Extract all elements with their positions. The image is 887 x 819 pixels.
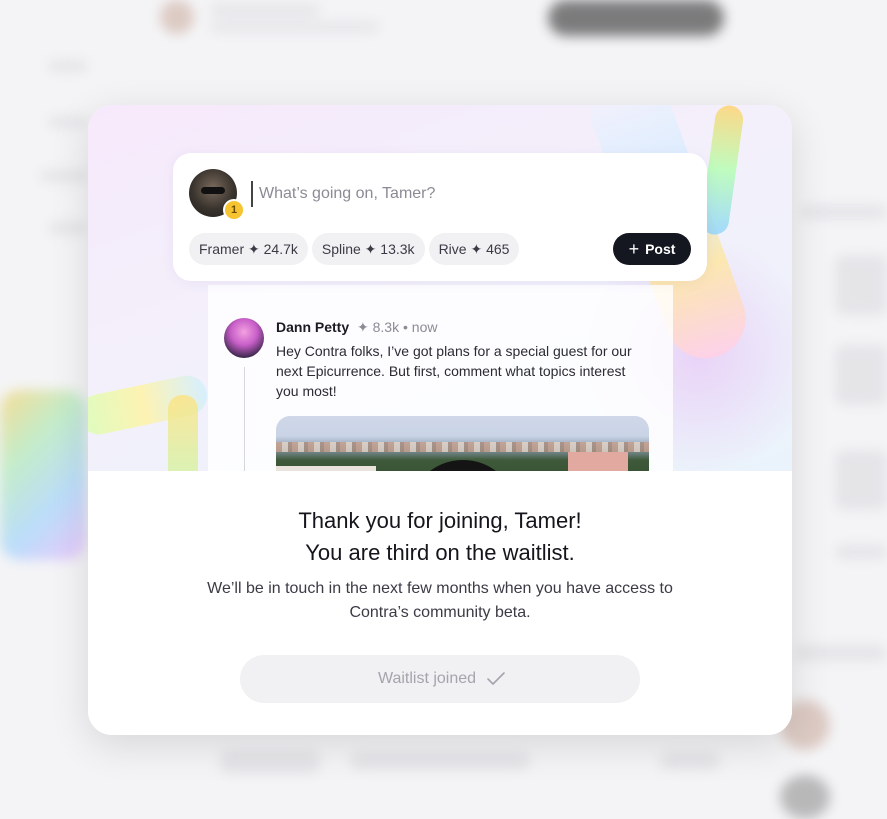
hero-ribbon-decoration xyxy=(168,395,198,471)
user-avatar: 1 xyxy=(189,169,245,221)
post-meta: ✦ 8.3k • now xyxy=(357,319,438,335)
modal-hero: Dann Petty ✦ 8.3k • now Hey Contra folks… xyxy=(88,105,792,471)
modal-title-line1: Thank you for joining, Tamer! xyxy=(298,508,582,533)
plus-icon: + xyxy=(628,239,640,259)
background-sidebar-text xyxy=(835,545,887,559)
background-text xyxy=(210,22,380,32)
topic-chip-framer[interactable]: Framer ✦ 24.7k xyxy=(189,233,308,265)
post-composer: 1 Framer ✦ 24.7k Spline ✦ 13.3k Rive ✦ 4… xyxy=(173,153,707,281)
background-text xyxy=(350,752,530,770)
modal-content: Thank you for joining, Tamer! You are th… xyxy=(88,471,792,735)
waitlist-button-label: Waitlist joined xyxy=(377,670,477,687)
topic-chip-rive[interactable]: Rive ✦ 465 xyxy=(428,233,520,265)
feed-post-preview: Dann Petty ✦ 8.3k • now Hey Contra folks… xyxy=(208,285,673,471)
checkmark-icon xyxy=(486,672,505,685)
topic-chip-spline[interactable]: Spline ✦ 13.3k xyxy=(311,233,425,265)
avatar-level-badge: 1 xyxy=(223,199,245,221)
background-avatar xyxy=(780,775,830,819)
background-sidebar-card xyxy=(835,450,887,510)
post-header: Dann Petty ✦ 8.3k • now xyxy=(276,319,437,336)
background-sidebar-card xyxy=(835,255,887,315)
modal-title: Thank you for joining, Tamer! You are th… xyxy=(88,505,792,569)
background-button xyxy=(548,0,724,36)
topic-chips: Framer ✦ 24.7k Spline ✦ 13.3k Rive ✦ 465 xyxy=(189,233,520,265)
background-nav-item xyxy=(40,170,88,182)
background-decoration xyxy=(0,390,86,560)
background-sidebar-text xyxy=(800,205,887,219)
post-image xyxy=(276,416,649,471)
background-avatar xyxy=(160,0,194,34)
modal-subtitle: We’ll be in touch in the next few months… xyxy=(207,580,673,621)
background-nav-item xyxy=(48,116,88,128)
waitlist-modal: Dann Petty ✦ 8.3k • now Hey Contra folks… xyxy=(88,105,792,735)
post-author-name: Dann Petty xyxy=(276,319,350,335)
background-nav-item xyxy=(48,60,88,72)
background-text xyxy=(220,750,320,774)
composer-input[interactable] xyxy=(251,181,681,207)
background-nav-item xyxy=(48,222,88,234)
thread-line xyxy=(244,367,245,471)
background-sidebar-text xyxy=(795,645,887,661)
post-author-avatar xyxy=(224,318,264,358)
post-button-label: Post xyxy=(645,241,676,257)
background-sidebar-card xyxy=(835,345,887,405)
modal-title-line2: You are third on the waitlist. xyxy=(305,540,575,565)
post-body: Hey Contra folks, I’ve got plans for a s… xyxy=(276,343,632,399)
background-text xyxy=(660,752,720,770)
background-text xyxy=(210,4,320,16)
waitlist-joined-button[interactable]: Waitlist joined xyxy=(240,655,640,703)
post-button[interactable]: + Post xyxy=(613,233,691,265)
